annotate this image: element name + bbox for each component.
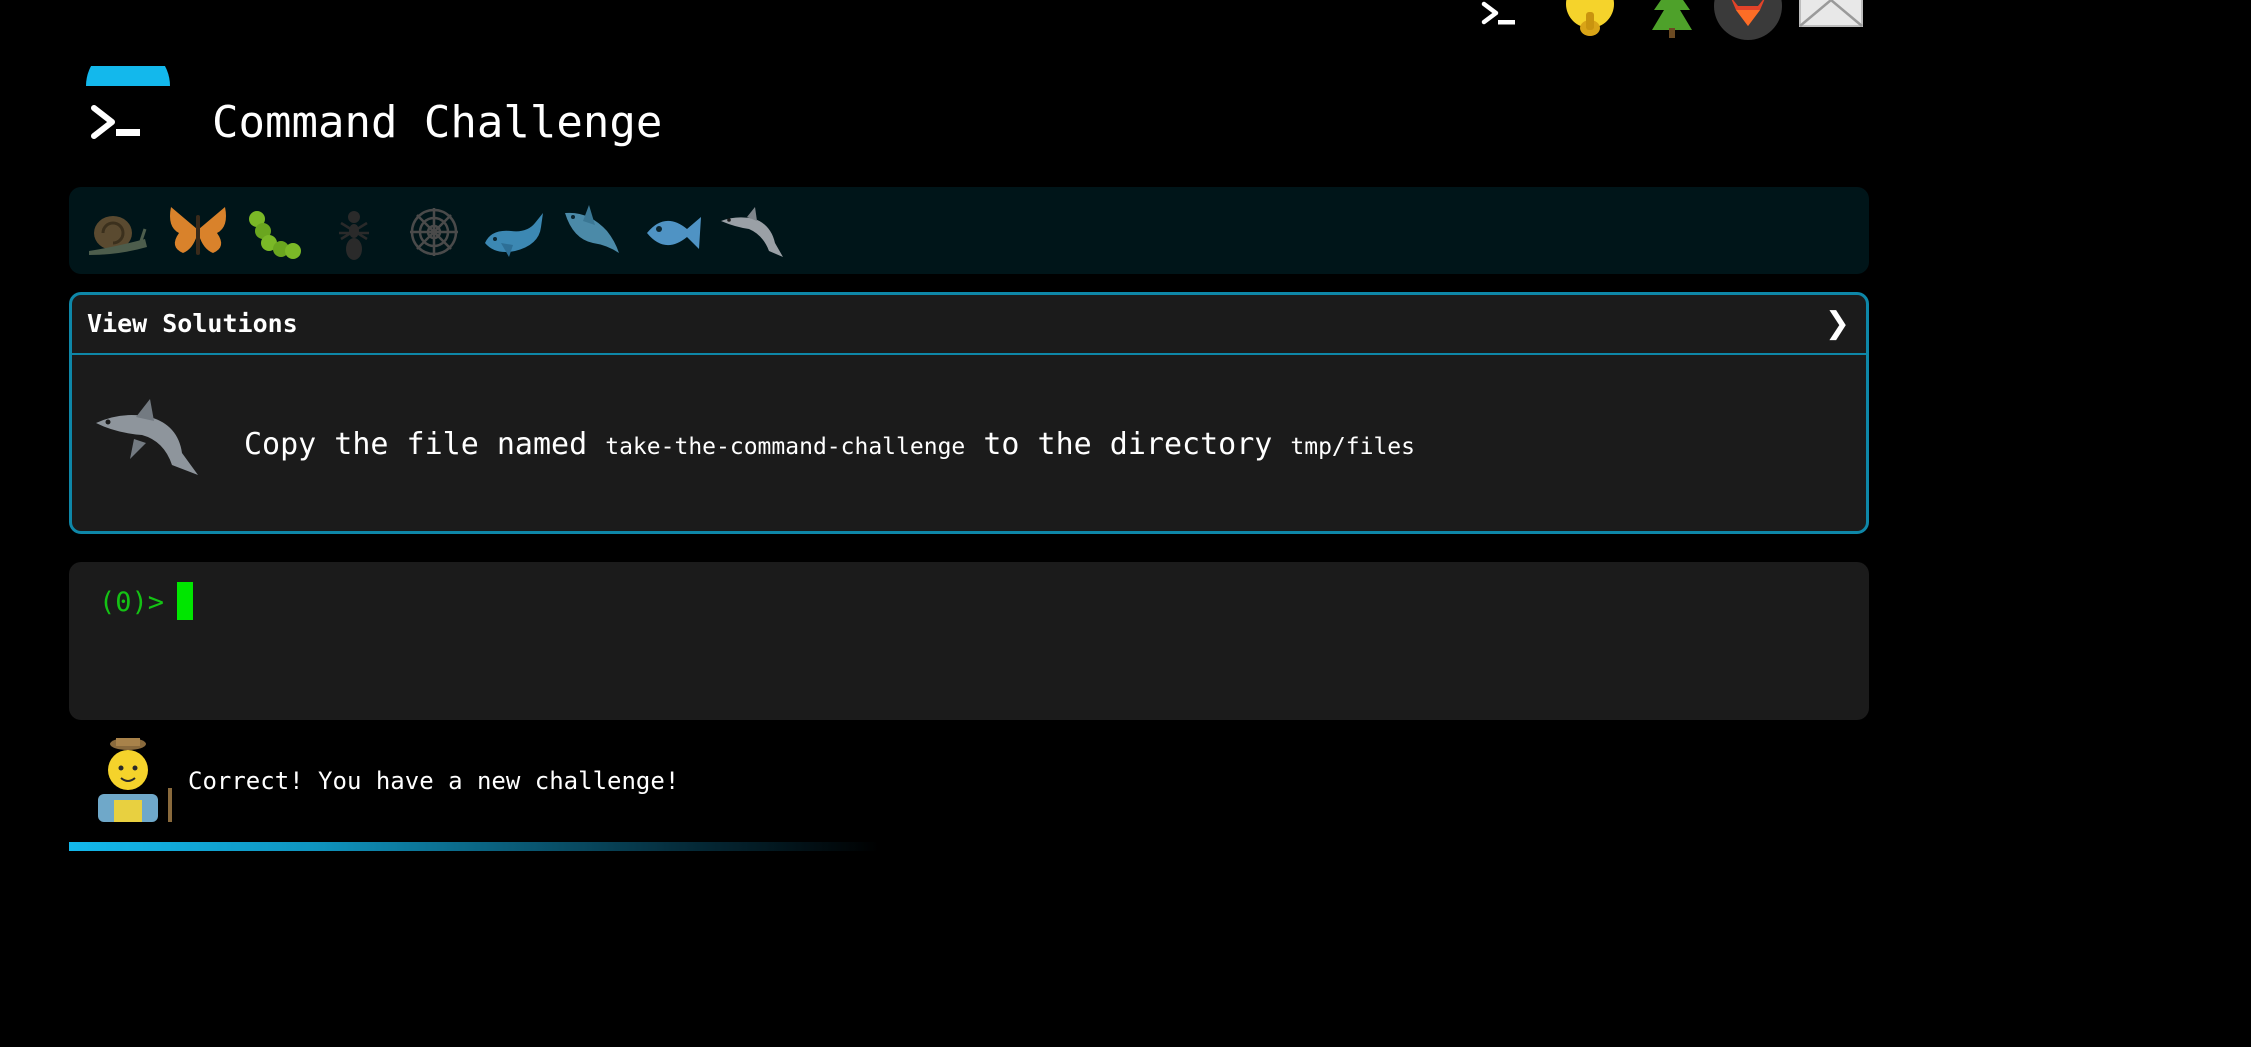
snail-icon[interactable] [85,199,151,265]
challenge-directory: tmp/files [1290,434,1415,460]
face-icon[interactable] [1562,0,1618,42]
view-solutions-label: View Solutions [87,309,298,338]
dolphin-icon [96,399,198,475]
challenge-text-middle: to the directory [965,427,1291,462]
feedback-message: Correct! You have a new challenge! [188,767,680,795]
terminal-icon[interactable] [1480,0,1520,36]
farmer-icon [98,738,172,822]
view-solutions-toggle[interactable]: View Solutions ❯ [72,295,1866,355]
progress-fill [69,842,879,851]
challenge-text-before: Copy the file named [244,427,606,462]
challenge-description: Copy the file named take-the-command-cha… [244,425,1415,467]
fish-icon[interactable] [639,199,705,265]
chevron-right-icon: ❯ [1824,306,1850,341]
gitlab-icon[interactable] [1714,0,1782,42]
level-bar [69,187,1869,274]
page-title: Command Challenge [212,97,663,148]
spider-web-icon[interactable] [401,199,467,265]
tree-icon[interactable] [1650,0,1694,42]
page: Command Challenge View Solutions ❯ Copy … [0,0,2251,1047]
mail-icon[interactable] [1798,0,1864,38]
terminal-prompt: (0)> [99,587,165,618]
top-icon-strip [1478,0,1868,42]
logo-icon [86,66,170,139]
terminal[interactable]: (0)> [69,562,1869,720]
challenge-file-name: take-the-command-challenge [605,434,966,460]
caterpillar-icon[interactable] [243,199,309,265]
dolphin-icon[interactable] [719,199,785,265]
butterfly-icon[interactable] [165,199,231,265]
shark-icon[interactable] [559,199,625,265]
whale-icon[interactable] [481,199,547,265]
terminal-cursor[interactable] [177,582,193,620]
ant-icon[interactable] [321,199,387,265]
progress-bar [69,842,1869,851]
challenge-panel: View Solutions ❯ Copy the file named tak… [69,292,1869,534]
